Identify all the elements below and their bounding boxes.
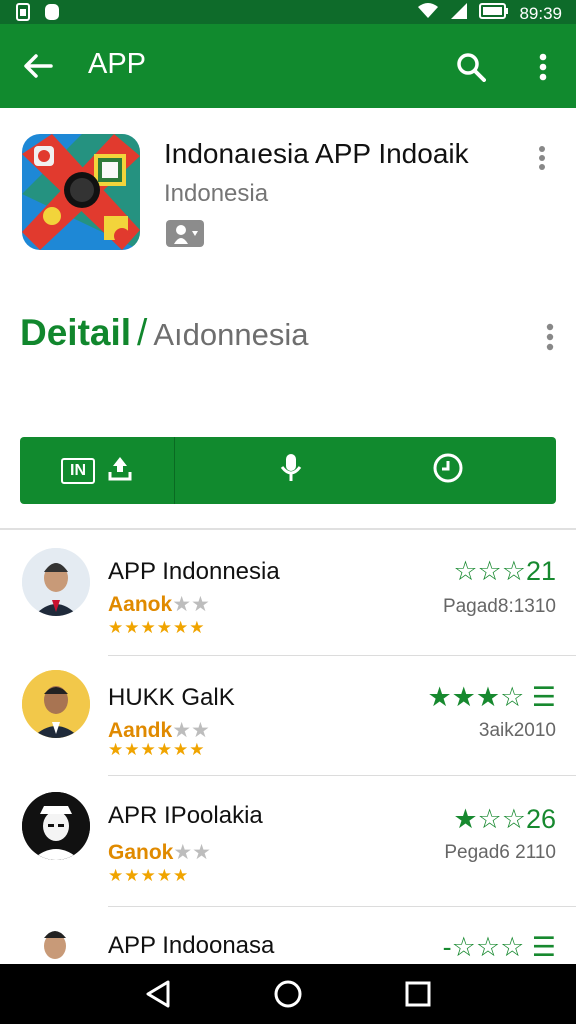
item-stars: ★★★★★★ (108, 618, 206, 637)
mic-icon (280, 453, 302, 488)
item-subtitle: Ganok★★ (108, 841, 212, 864)
detail-separator: / (137, 312, 148, 353)
back-arrow-icon[interactable] (18, 46, 58, 86)
item-title: APR IPoolakia (108, 802, 263, 829)
sim-card-icon (16, 3, 30, 26)
mic-button[interactable] (175, 437, 406, 504)
item-meta: 3aik2010 (478, 720, 556, 741)
app-developer[interactable]: Indonesia (164, 180, 268, 208)
avatar (22, 792, 90, 860)
list-item[interactable]: HUKK GalK Aandk★★ ★★★★★★ ★★★☆ ☰ 3aik2010 (0, 660, 576, 780)
list-item[interactable]: APP Indoonasa -☆☆☆ ☰ (0, 914, 576, 964)
avatar (34, 920, 76, 964)
app-name: Indonaıesia APP Indoaik (164, 138, 469, 169)
list-item[interactable]: APR IPoolakia Ganok★★ ★★★★★ ★☆☆26 Pegad6… (0, 780, 576, 907)
action-bar: IN (20, 437, 556, 504)
nav-recents-icon[interactable] (402, 978, 434, 1010)
more-vert-icon[interactable] (526, 46, 560, 88)
item-title: HUKK GalK (108, 684, 235, 711)
status-time: 89:39 (519, 3, 562, 23)
item-meta: Pegad6 2110 (444, 842, 556, 863)
wifi-icon (417, 2, 439, 25)
app-icon-image (22, 134, 140, 250)
item-rating: ★☆☆26 (453, 804, 556, 834)
battery-icon (479, 2, 509, 25)
avatar (22, 670, 90, 738)
avatar (22, 548, 90, 616)
item-title: APP Indonnesia (108, 558, 280, 585)
search-icon[interactable] (450, 46, 492, 88)
item-rating: -☆☆☆ ☰ (442, 932, 556, 962)
section-divider (0, 528, 576, 530)
signal-icon (449, 2, 469, 25)
clock-button[interactable] (406, 437, 556, 504)
item-divider (108, 775, 576, 776)
item-title: APP Indoonasa (108, 932, 275, 959)
install-button[interactable]: IN (20, 437, 174, 504)
status-bar: 89:39 (0, 0, 576, 24)
item-meta: Pagad8:1310 (442, 596, 556, 617)
item-rating: ☆☆☆21 (453, 556, 556, 586)
item-stars: ★★★★★★ (108, 740, 206, 759)
detail-subtitle: Aıdonnesia (153, 317, 309, 352)
install-label: IN (70, 461, 86, 479)
app-more-icon[interactable] (530, 144, 554, 172)
detail-title: Deitail (20, 312, 132, 353)
nav-back-icon[interactable] (142, 978, 174, 1010)
detail-more-icon[interactable] (538, 322, 562, 352)
item-subtitle: Aanok★★ (108, 593, 210, 616)
app-bar: APP (0, 24, 576, 108)
list-item[interactable]: APP Indonnesia Aanok★★ ★★★★★★ ☆☆☆21 Paga… (0, 540, 576, 660)
install-icon (107, 455, 133, 486)
item-divider (108, 655, 576, 656)
clock-icon (432, 452, 464, 489)
item-stars: ★★★★★ (108, 866, 190, 885)
nav-home-icon[interactable] (272, 978, 304, 1010)
content-rating-icon (166, 220, 204, 247)
item-divider (108, 906, 576, 907)
navigation-bar (0, 964, 576, 1024)
detail-heading: Deitail / Aıdonnesia (20, 312, 308, 354)
app-bar-title: APP (88, 48, 147, 80)
notification-icon (44, 3, 60, 26)
screen: 89:39 APP Indonaıesia APP Indoaik Indone… (0, 0, 576, 1024)
item-rating: ★★★☆ ☰ (427, 682, 556, 712)
